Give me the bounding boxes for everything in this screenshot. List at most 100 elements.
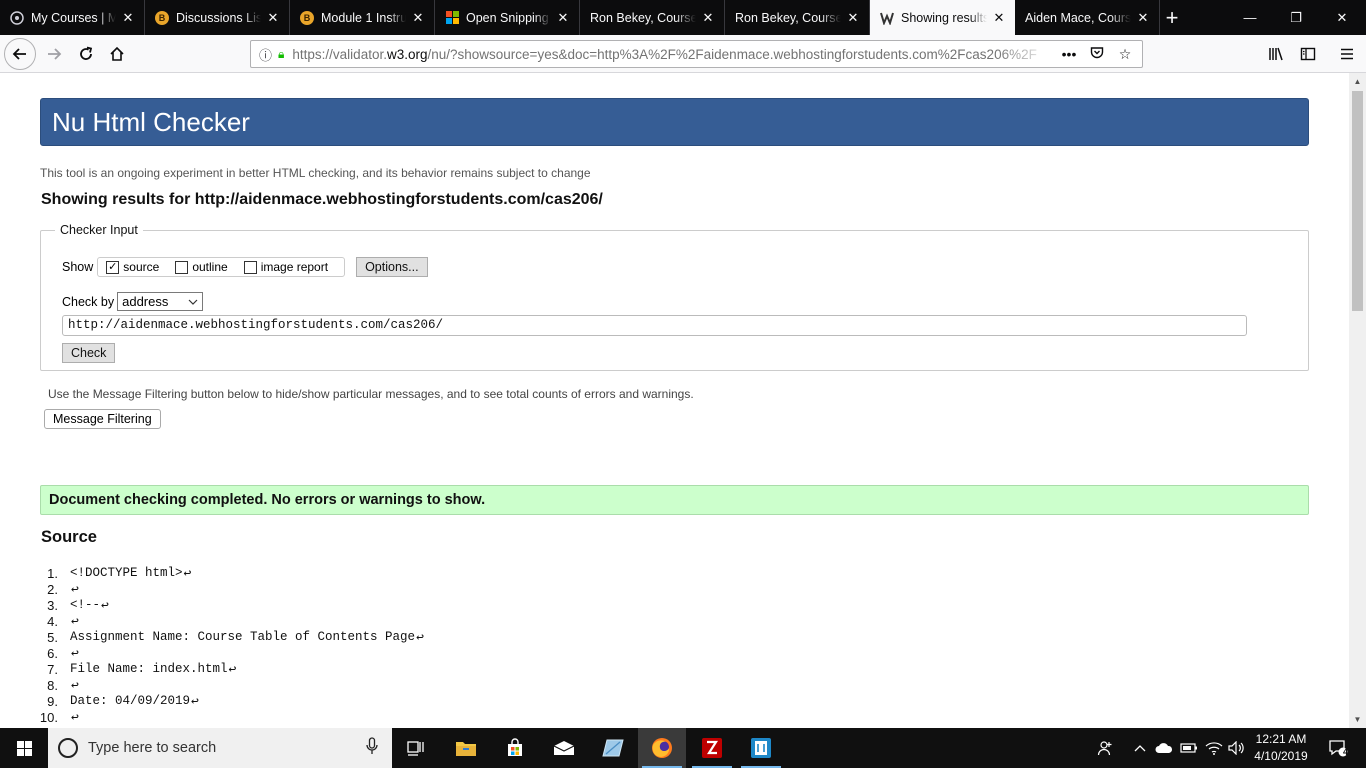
show-options-row: Show ✓ source outline image report Optio… bbox=[62, 257, 428, 277]
info-icon[interactable]: ⓘ bbox=[259, 45, 272, 64]
sidebar-button[interactable] bbox=[1294, 40, 1322, 68]
tab-label: Ron Bekey, Course T bbox=[590, 10, 696, 25]
close-icon[interactable]: ✕ bbox=[410, 10, 426, 26]
battery-icon[interactable] bbox=[1178, 728, 1200, 768]
tab-label: My Courses | M bbox=[31, 10, 116, 25]
tab-ron-bekey-1[interactable]: Ron Bekey, Course T ✕ bbox=[580, 0, 725, 35]
vertical-scrollbar[interactable]: ▲ ▼ bbox=[1349, 73, 1366, 728]
close-icon[interactable]: ✕ bbox=[991, 10, 1007, 26]
message-filtering-button[interactable]: Message Filtering bbox=[44, 409, 161, 429]
source-line: 1. <!DOCTYPE html> ↩ bbox=[0, 565, 424, 581]
search-placeholder: Type here to search bbox=[88, 740, 217, 756]
lock-icon[interactable]: 🔒︎ bbox=[278, 47, 284, 62]
image-report-checkbox[interactable] bbox=[243, 260, 257, 274]
cortana-icon bbox=[58, 738, 78, 758]
reload-icon bbox=[80, 46, 93, 60]
tagline: This tool is an ongoing experiment in be… bbox=[40, 166, 591, 180]
url-text[interactable]: https://validator.w3.org/nu/?showsource=… bbox=[292, 47, 1050, 62]
system-clock[interactable]: 12:21 AM 4/10/2019 bbox=[1250, 731, 1312, 765]
source-line: 9. Date: 04/09/2019 ↩ bbox=[0, 693, 424, 709]
onedrive-icon[interactable] bbox=[1153, 728, 1175, 768]
tab-showing-results[interactable]: Showing results ✕ bbox=[870, 0, 1015, 35]
library-button[interactable] bbox=[1262, 40, 1290, 68]
pocket-icon[interactable] bbox=[1088, 46, 1106, 63]
scroll-up-icon[interactable]: ▲ bbox=[1349, 73, 1366, 90]
notepad-app-button[interactable] bbox=[737, 728, 785, 768]
people-icon[interactable] bbox=[1092, 728, 1118, 768]
source-line: 4. ↩ bbox=[0, 613, 424, 629]
close-icon[interactable]: ✕ bbox=[845, 10, 861, 26]
home-button[interactable] bbox=[101, 38, 133, 70]
tab-label: Open Snipping bbox=[466, 10, 549, 25]
windows-logo-icon bbox=[16, 740, 32, 756]
return-icon: ↩ bbox=[191, 693, 199, 709]
scroll-down-icon[interactable]: ▼ bbox=[1349, 711, 1366, 728]
tab-label: Showing results bbox=[901, 10, 987, 25]
tab-ron-bekey-2[interactable]: Ron Bekey, Course T ✕ bbox=[725, 0, 870, 35]
line-number: 3. bbox=[47, 597, 58, 613]
source-checkbox[interactable]: ✓ bbox=[106, 260, 120, 274]
address-bar[interactable]: ⓘ 🔒︎ https://validator.w3.org/nu/?showso… bbox=[250, 40, 1143, 68]
return-icon: ↩ bbox=[71, 645, 79, 661]
mail-icon bbox=[553, 741, 575, 755]
home-icon bbox=[110, 46, 124, 61]
wifi-icon[interactable] bbox=[1203, 728, 1225, 768]
tab-aiden-mace[interactable]: Aiden Mace, Course ✕ bbox=[1015, 0, 1160, 35]
action-center-button[interactable]: 4 bbox=[1318, 728, 1358, 768]
bookmark-star-icon[interactable]: ☆ bbox=[1116, 46, 1134, 63]
address-input[interactable]: http://aidenmace.webhostingforstudents.c… bbox=[62, 315, 1247, 336]
snipping-tool-button[interactable] bbox=[589, 728, 637, 768]
navigation-toolbar: ⓘ 🔒︎ https://validator.w3.org/nu/?showso… bbox=[0, 35, 1366, 73]
tab-discussions-list[interactable]: B Discussions List ✕ bbox=[145, 0, 290, 35]
forward-button[interactable] bbox=[38, 38, 70, 70]
back-button[interactable] bbox=[4, 38, 36, 70]
clock-time: 12:21 AM bbox=[1255, 732, 1307, 746]
close-icon[interactable]: ✕ bbox=[1135, 10, 1151, 26]
firefox-button[interactable] bbox=[638, 728, 686, 768]
source-listing: 1. <!DOCTYPE html> ↩ 2. ↩ 3. <!-- ↩ 4. ↩ 5. Ass… bbox=[0, 565, 424, 725]
return-icon: ↩ bbox=[101, 597, 109, 613]
page-actions-icon[interactable]: ••• bbox=[1060, 46, 1078, 62]
filezilla-button[interactable] bbox=[688, 728, 736, 768]
minimize-button[interactable]: — bbox=[1226, 0, 1274, 35]
folder-icon bbox=[456, 742, 476, 756]
source-line: 2. ↩ bbox=[0, 581, 424, 597]
microphone-icon[interactable] bbox=[366, 737, 378, 759]
scrollbar-thumb[interactable] bbox=[1352, 91, 1363, 311]
tab-open-snipping[interactable]: Open Snipping ✕ bbox=[435, 0, 580, 35]
close-window-button[interactable]: ✕ bbox=[1318, 0, 1366, 35]
tab-my-courses[interactable]: My Courses | M ✕ bbox=[0, 0, 145, 35]
check-button[interactable]: Check bbox=[62, 343, 116, 363]
options-button[interactable]: Options... bbox=[356, 257, 428, 277]
restore-button[interactable]: ❐ bbox=[1272, 0, 1320, 35]
library-icon bbox=[1269, 47, 1283, 61]
mail-button[interactable] bbox=[540, 728, 588, 768]
task-view-button[interactable] bbox=[392, 728, 440, 768]
new-tab-button[interactable]: + bbox=[1160, 5, 1184, 30]
close-icon[interactable]: ✕ bbox=[120, 10, 136, 26]
line-text: File Name: index.html bbox=[70, 662, 228, 676]
close-icon[interactable]: ✕ bbox=[700, 10, 716, 26]
taskbar-search[interactable]: Type here to search bbox=[48, 728, 392, 768]
tab-label: Ron Bekey, Course T bbox=[735, 10, 841, 25]
store-button[interactable] bbox=[491, 728, 539, 768]
check-by-value: address bbox=[122, 294, 169, 309]
menu-button[interactable] bbox=[1333, 40, 1361, 68]
show-hidden-icons-icon[interactable] bbox=[1130, 728, 1150, 768]
line-number: 4. bbox=[47, 613, 58, 629]
volume-icon[interactable] bbox=[1226, 728, 1248, 768]
close-icon[interactable]: ✕ bbox=[265, 10, 281, 26]
close-icon[interactable]: ✕ bbox=[555, 10, 571, 26]
tab-label: Aiden Mace, Course bbox=[1025, 10, 1131, 25]
showing-results-heading: Showing results for http://aidenmace.web… bbox=[41, 191, 603, 208]
start-button[interactable] bbox=[0, 728, 48, 768]
reload-button[interactable] bbox=[70, 38, 102, 70]
filezilla-icon bbox=[702, 738, 722, 758]
tab-module-1[interactable]: B Module 1 Instru ✕ bbox=[290, 0, 435, 35]
check-by-select[interactable]: address bbox=[117, 292, 204, 311]
file-explorer-button[interactable] bbox=[442, 728, 490, 768]
outline-checkbox[interactable] bbox=[175, 260, 189, 274]
page-viewport: Nu Html Checker This tool is an ongoing … bbox=[0, 73, 1349, 728]
line-number: 7. bbox=[47, 661, 58, 677]
page-title: Nu Html Checker bbox=[40, 98, 1309, 146]
